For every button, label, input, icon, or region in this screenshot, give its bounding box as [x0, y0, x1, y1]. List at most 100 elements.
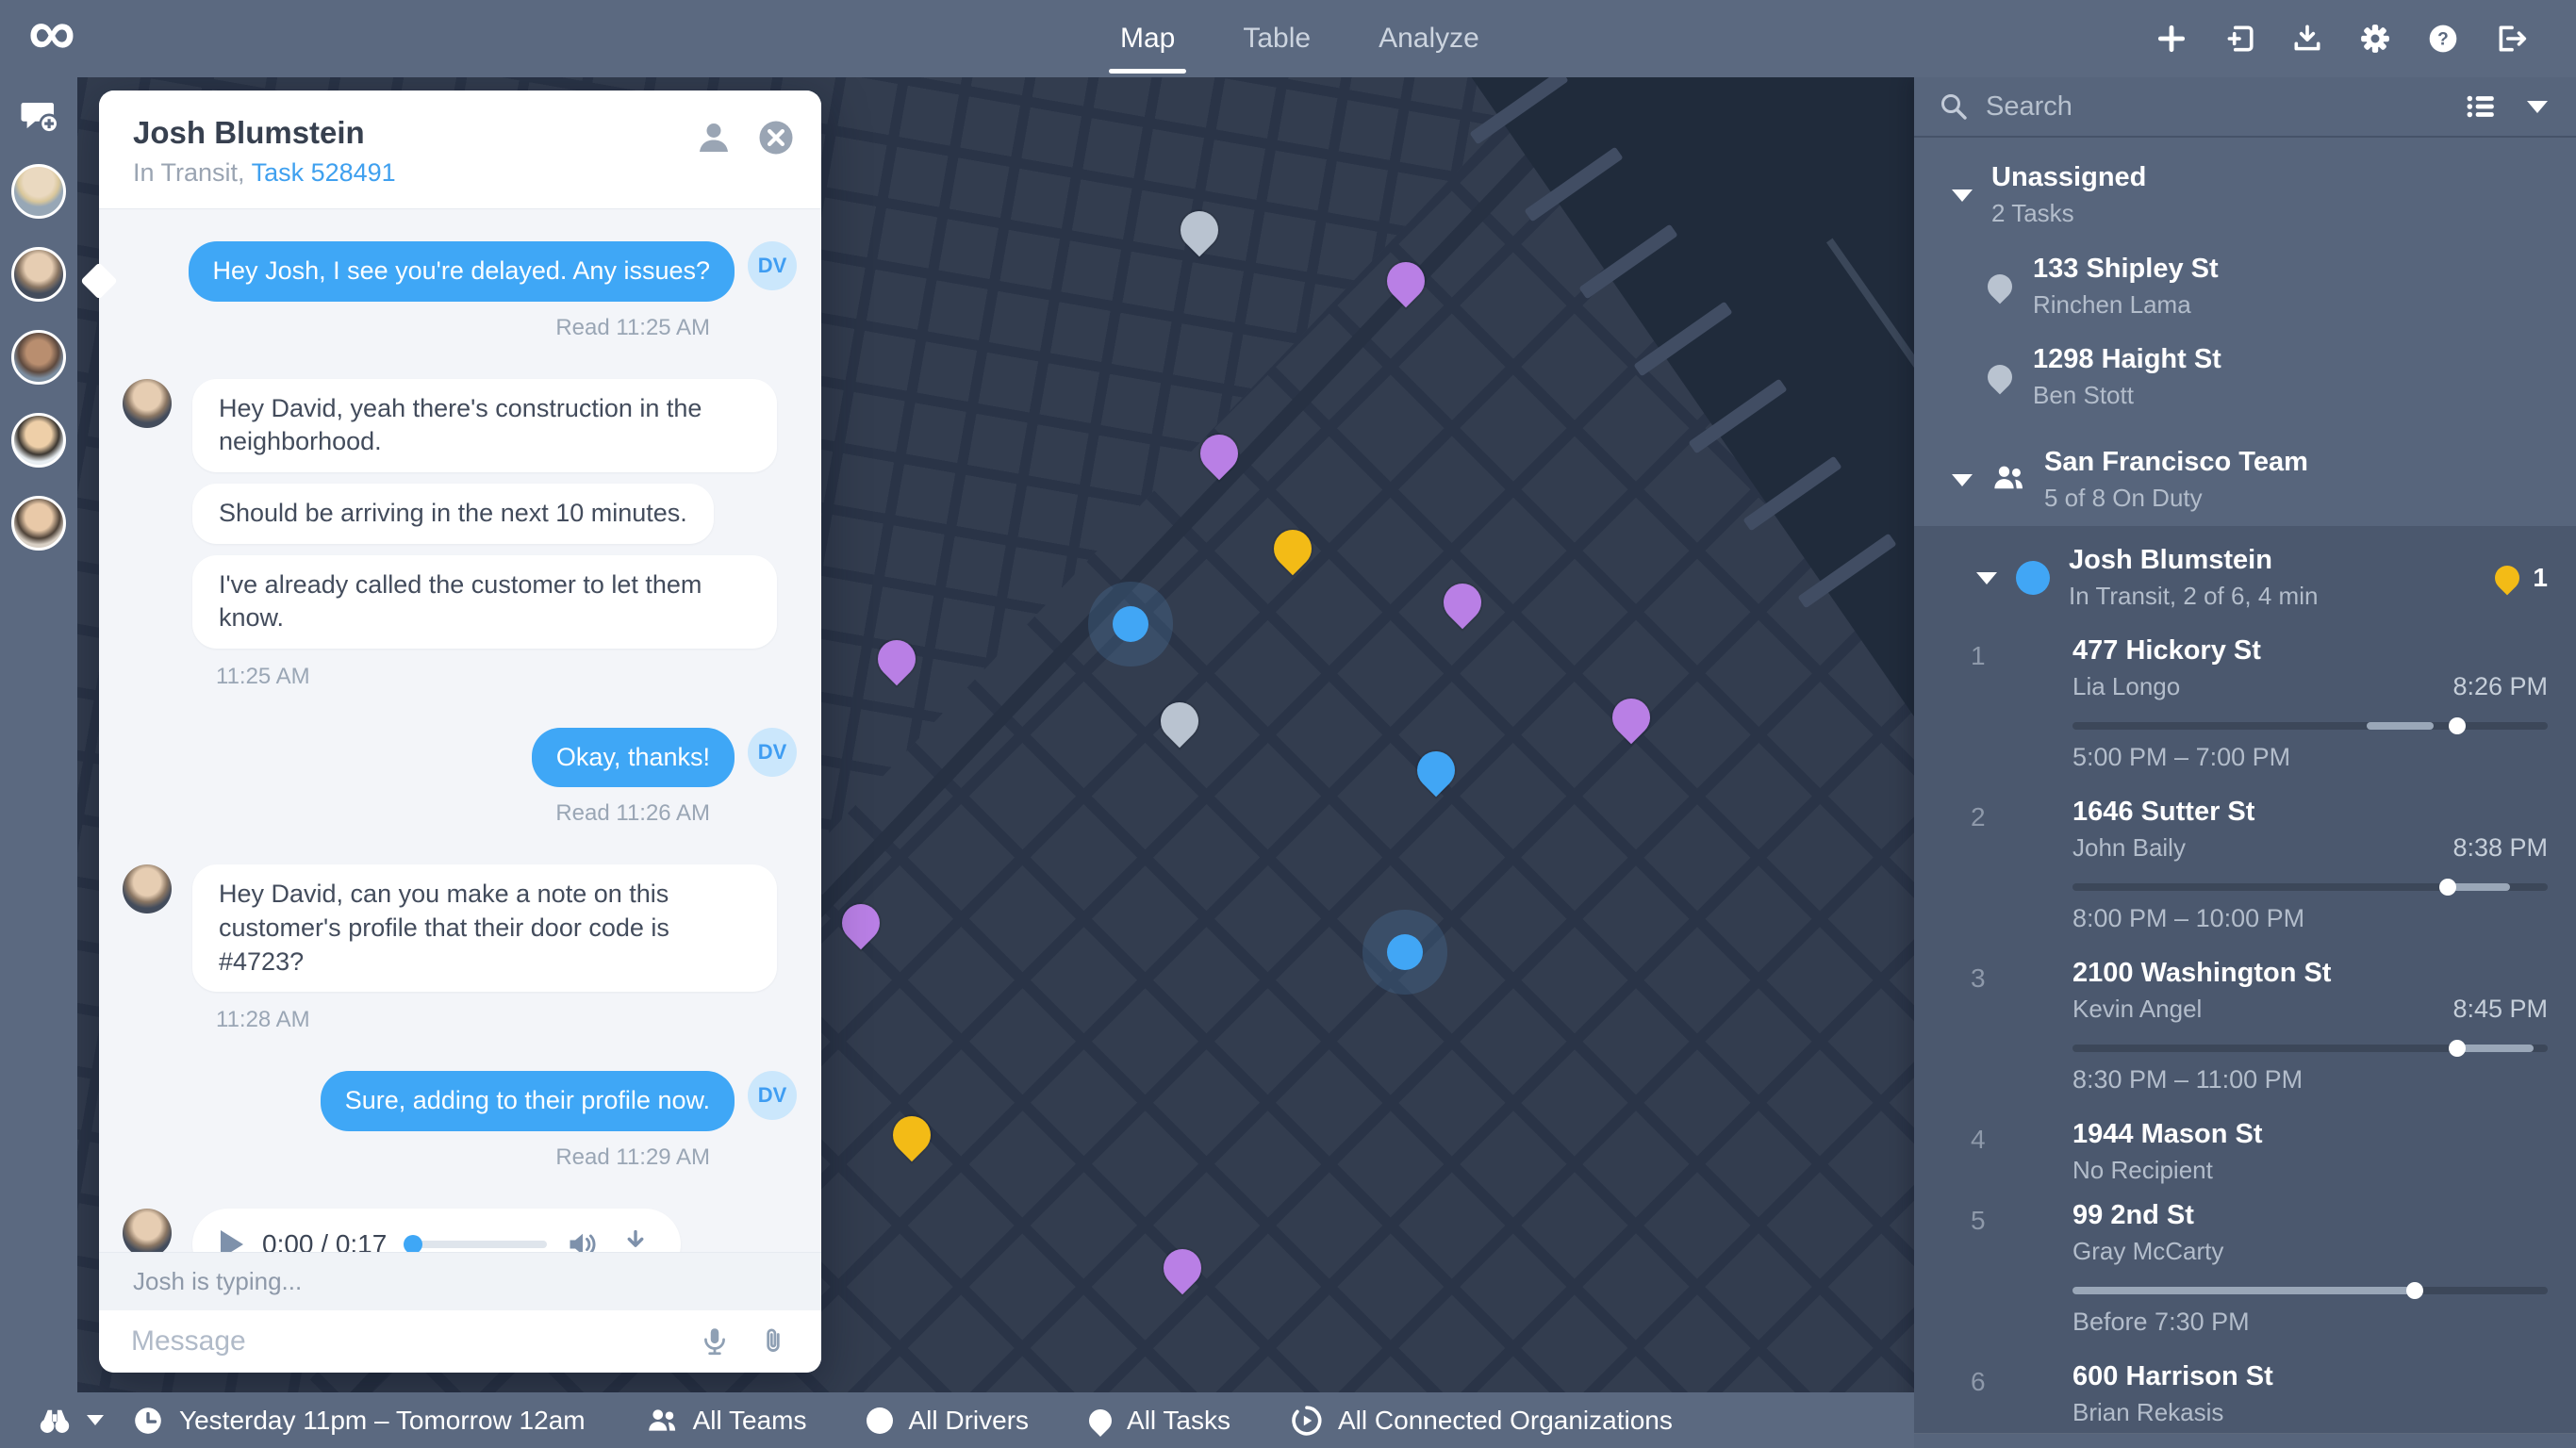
- driver-avatar: [123, 1209, 172, 1252]
- unassigned-task-row[interactable]: 1298 Haight StBen Stott: [1914, 332, 2576, 422]
- driver-task-row[interactable]: 6600 Harrison StBrian Rekasis: [1914, 1352, 2576, 1433]
- lookup-control[interactable]: [0, 1404, 132, 1438]
- task-text: 1298 Haight StBen Stott: [2033, 344, 2221, 410]
- filter-label: Yesterday 11pm – Tomorrow 12am: [179, 1406, 586, 1436]
- task-progress-bar[interactable]: [2072, 1287, 2548, 1294]
- progress-segment: [2448, 883, 2510, 891]
- search-input[interactable]: [1986, 91, 2448, 123]
- list-view-icon[interactable]: [2465, 90, 2497, 123]
- driver-task-row[interactable]: 1477 Hickory StLia Longo8:26 PM5:00 PM –…: [1914, 626, 2576, 787]
- create-icon[interactable]: [2155, 23, 2188, 55]
- message-outgoing: Sure, adding to their profile now. DV: [99, 1071, 821, 1131]
- play-icon[interactable]: [221, 1230, 243, 1252]
- group-subtitle: 5 of 8 On Duty: [2044, 484, 2308, 513]
- task-line2: John Baily8:38 PM: [2072, 828, 2548, 863]
- settings-gear-icon[interactable]: [2359, 23, 2391, 55]
- collapse-caret-icon[interactable]: [1952, 474, 1973, 486]
- audio-seek-slider[interactable]: [405, 1241, 547, 1248]
- filter-organizations[interactable]: All Connected Organizations: [1291, 1405, 1673, 1437]
- mic-icon[interactable]: [699, 1325, 731, 1358]
- task-progress-bar[interactable]: [2072, 883, 2548, 891]
- driver-block: Josh BlumsteinIn Transit, 2 of 6, 4 min1…: [1914, 526, 2576, 1434]
- filter-tasks[interactable]: All Tasks: [1089, 1406, 1230, 1436]
- task-recipient: Gray McCarty: [2072, 1237, 2223, 1266]
- task-main: 99 2nd StGray McCartyBefore 7:30 PM: [2072, 1200, 2548, 1346]
- clock-icon: [132, 1405, 164, 1437]
- task-address: 133 Shipley St: [2033, 254, 2219, 285]
- driver-task-row[interactable]: 41944 Mason StNo Recipient: [1914, 1110, 2576, 1191]
- org-sync-icon: [1291, 1405, 1323, 1437]
- group-header-unassigned[interactable]: Unassigned2 Tasks: [1914, 138, 2576, 241]
- driver-task-row[interactable]: 599 2nd StGray McCartyBefore 7:30 PM: [1914, 1191, 2576, 1352]
- chat-status: In Transit,: [133, 158, 245, 187]
- import-tasks-icon[interactable]: [2223, 23, 2255, 55]
- logout-icon[interactable]: [2495, 23, 2527, 55]
- task-number: 1: [1971, 635, 2012, 671]
- dispatch-sidebar: Unassigned2 Tasks133 Shipley StRinchen L…: [1914, 77, 2576, 1448]
- top-bar: ∞ Map Table Analyze ?: [0, 0, 2576, 77]
- message-input[interactable]: [131, 1325, 672, 1358]
- task-progress-bar[interactable]: [2072, 722, 2548, 730]
- task-recipient: Lia Longo: [2072, 672, 2180, 701]
- task-number: 5: [1971, 1200, 2012, 1236]
- filter-teams[interactable]: All Teams: [646, 1405, 807, 1437]
- task-pin-icon-yellow: [2490, 561, 2525, 596]
- tab-analyze[interactable]: Analyze: [1371, 0, 1487, 77]
- task-pin-wrap: [2012, 1361, 2072, 1365]
- read-receipt: Read 11:26 AM: [99, 800, 710, 827]
- map-driver-location-dot[interactable]: [1113, 606, 1148, 642]
- onfleet-logo-icon[interactable]: ∞: [28, 0, 75, 70]
- collapse-caret-icon[interactable]: [1952, 189, 1973, 202]
- driver-row-josh-blumstein[interactable]: Josh BlumsteinIn Transit, 2 of 6, 4 min1: [1914, 526, 2576, 626]
- audio-player: 0:00 / 0:17: [192, 1209, 681, 1252]
- driver-task-row[interactable]: 21646 Sutter StJohn Baily8:38 PM8:00 PM …: [1914, 787, 2576, 948]
- sidebar-search-row: [1914, 77, 2576, 138]
- message-bubble: Hey David, yeah there's construction in …: [192, 379, 777, 472]
- tab-map[interactable]: Map: [1113, 0, 1182, 77]
- driver-avatar-3[interactable]: [11, 330, 66, 385]
- export-download-icon[interactable]: [2291, 23, 2323, 55]
- driver-dot-icon: [867, 1407, 893, 1434]
- unassigned-task-row[interactable]: 133 Shipley StRinchen Lama: [1914, 241, 2576, 332]
- task-time-window: Before 7:30 PM: [2072, 1308, 2548, 1337]
- task-pin-wrap: [2012, 958, 2072, 962]
- progress-segment: [2457, 1045, 2534, 1052]
- tab-table[interactable]: Table: [1235, 0, 1318, 77]
- new-chat-icon[interactable]: [19, 98, 58, 138]
- task-address: 1298 Haight St: [2033, 344, 2221, 375]
- driver-profile-icon[interactable]: [695, 119, 733, 156]
- task-number: 3: [1971, 958, 2012, 994]
- group-title: Unassigned: [1991, 162, 2146, 193]
- driver-avatar-5[interactable]: [11, 496, 66, 551]
- driver-task-row[interactable]: 32100 Washington StKevin Angel8:45 PM8:3…: [1914, 948, 2576, 1110]
- task-progress-bar[interactable]: [2072, 1045, 2548, 1052]
- task-main: 600 Harrison StBrian Rekasis: [2072, 1361, 2548, 1427]
- progress-dot: [2439, 879, 2456, 896]
- volume-icon[interactable]: [566, 1227, 600, 1252]
- driver-row-cindy-cheung[interactable]: Cindy CheungOffline, 0 of 4: [1914, 1434, 2576, 1448]
- team-icon: [1991, 461, 2025, 500]
- chat-rail: [0, 77, 77, 1392]
- filter-date-range[interactable]: Yesterday 11pm – Tomorrow 12am: [132, 1405, 586, 1437]
- view-options-caret-icon[interactable]: [2527, 101, 2548, 113]
- collapse-caret-icon[interactable]: [1976, 572, 1997, 584]
- group-title: San Francisco Team: [2044, 447, 2308, 478]
- download-audio-icon[interactable]: [619, 1227, 652, 1252]
- driver-avatar-1[interactable]: [11, 164, 66, 219]
- binoculars-icon: [38, 1404, 72, 1438]
- group-header-san-francisco-team[interactable]: San Francisco Team 5 of 8 On Duty: [1914, 422, 2576, 526]
- task-main: 1944 Mason StNo Recipient: [2072, 1119, 2548, 1185]
- map-driver-location-dot[interactable]: [1387, 934, 1423, 970]
- dispatcher-avatar: DV: [748, 1071, 797, 1120]
- filter-drivers[interactable]: All Drivers: [867, 1406, 1029, 1436]
- attach-paperclip-icon[interactable]: [757, 1325, 789, 1358]
- help-icon[interactable]: ?: [2427, 23, 2459, 55]
- chat-message-list: Hey Josh, I see you're delayed. Any issu…: [99, 209, 821, 1252]
- close-chat-icon[interactable]: [757, 119, 795, 156]
- task-time-window: 8:00 PM – 10:00 PM: [2072, 904, 2548, 933]
- driver-avatar-2-active[interactable]: [11, 247, 66, 302]
- message-bubble: Sure, adding to their profile now.: [321, 1071, 735, 1131]
- search-icon: [1939, 91, 1969, 122]
- driver-avatar-4[interactable]: [11, 413, 66, 468]
- task-link[interactable]: Task 528491: [252, 158, 396, 187]
